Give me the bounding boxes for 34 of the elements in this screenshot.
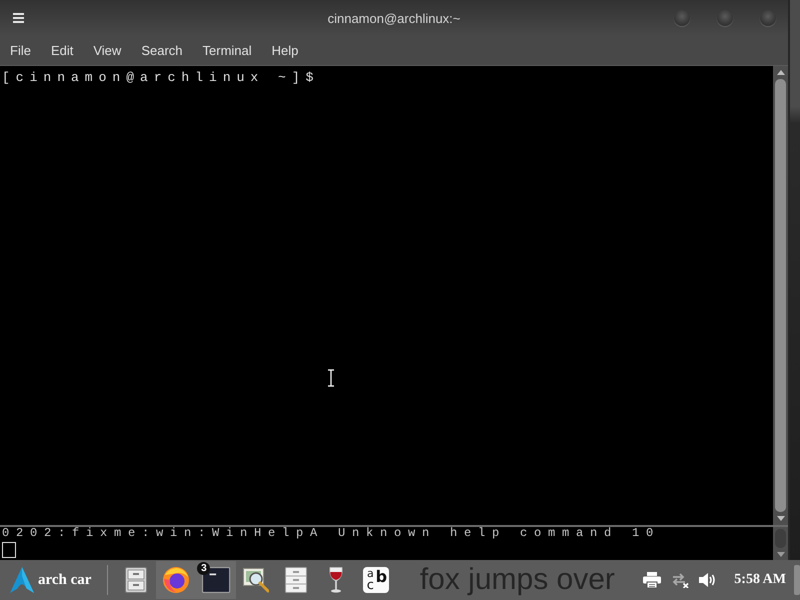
clock[interactable]: 5:58 AM bbox=[734, 572, 786, 588]
browser-globe-icon bbox=[163, 567, 190, 593]
terminal-line: [cinnamon@archlinux ~]$ bbox=[2, 70, 320, 86]
menu-item[interactable]: Terminal bbox=[192, 40, 262, 62]
launcher-button[interactable] bbox=[156, 561, 196, 599]
i-beam-cursor-icon bbox=[327, 369, 335, 387]
menu-item[interactable]: View bbox=[83, 40, 132, 62]
terminal-line: 0202:fixme:win:WinHelpA Unknown help command 10 bbox=[2, 527, 660, 540]
block-cursor-icon bbox=[2, 542, 16, 558]
scroll-down-icon[interactable] bbox=[776, 552, 784, 557]
menu-item[interactable]: Help bbox=[262, 40, 308, 62]
image-magnifier-icon bbox=[243, 567, 270, 593]
menu-item[interactable]: Edit bbox=[40, 40, 84, 62]
printer-icon bbox=[643, 572, 662, 588]
scroll-down-icon[interactable] bbox=[776, 516, 784, 521]
launcher-button[interactable]: 3 bbox=[196, 561, 236, 599]
scrollbar[interactable] bbox=[773, 527, 788, 560]
arch-logo-icon bbox=[10, 566, 34, 594]
window-title: cinnamon@archlinux:~ bbox=[328, 10, 460, 26]
menu-icon[interactable] bbox=[13, 13, 24, 23]
scrollbar[interactable] bbox=[773, 66, 788, 525]
scroll-up-icon[interactable] bbox=[776, 70, 784, 75]
panel-handle[interactable] bbox=[794, 565, 800, 595]
network-error-icon bbox=[671, 572, 690, 588]
volume-icon bbox=[699, 572, 718, 588]
wine-glass-icon bbox=[329, 567, 344, 593]
menu-item[interactable]: Search bbox=[131, 40, 193, 62]
menu-button[interactable]: arch car bbox=[6, 562, 96, 598]
file-cabinet-icon bbox=[125, 567, 148, 593]
scrollbar-thumb[interactable] bbox=[775, 79, 786, 512]
menu-item[interactable]: File bbox=[0, 40, 41, 62]
window-count-badge: 3 bbox=[197, 562, 210, 575]
terminal-screen[interactable]: [cinnamon@archlinux ~]$ bbox=[0, 66, 773, 525]
file-cabinet-icon bbox=[285, 567, 308, 593]
